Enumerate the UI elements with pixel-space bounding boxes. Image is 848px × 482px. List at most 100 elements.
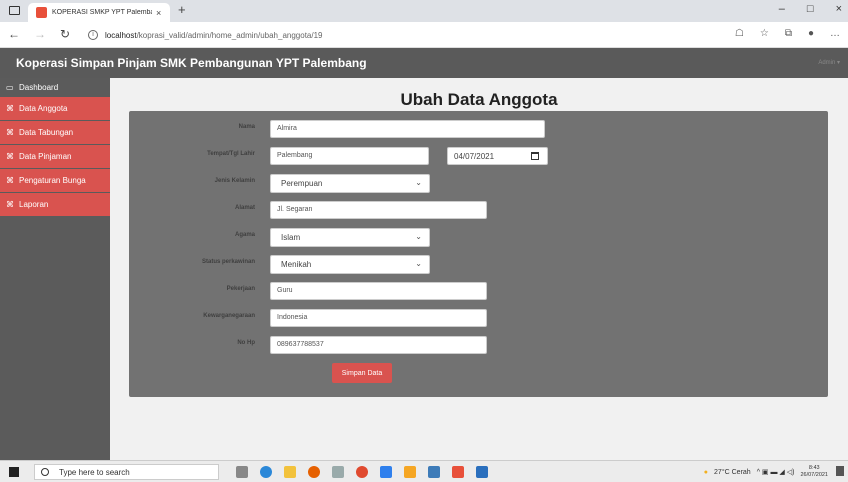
sidebar-item-label: Laporan: [19, 200, 49, 209]
window-controls: – □ ×: [779, 3, 842, 15]
nama-field[interactable]: Almira: [270, 120, 545, 138]
admin-menu[interactable]: Admin ▾: [818, 59, 840, 66]
laptop-icon: ▭: [6, 83, 14, 92]
sidebar-item-laporan[interactable]: ⌘ Laporan: [0, 193, 110, 216]
app-icon[interactable]: [332, 466, 344, 478]
notification-icon[interactable]: [836, 466, 844, 476]
taskbar-search-placeholder: Type here to search: [59, 467, 130, 477]
taskbar-search[interactable]: Type here to search: [34, 464, 219, 480]
system-tray: ● 27°C Cerah ^ ▣ ▬ ◢ ◁) 8:43 26/07/2021: [704, 465, 828, 479]
collections-icon[interactable]: ⧉: [785, 28, 792, 39]
status-perkawinan-select[interactable]: Menikah ⌄: [270, 255, 430, 274]
brand-title[interactable]: Koperasi Simpan Pinjam SMK Pembangunan Y…: [16, 56, 367, 70]
pekerjaan-field[interactable]: Guru: [270, 282, 487, 300]
sidebar-item-label: Pengaturan Bunga: [19, 176, 86, 185]
windows-start-icon[interactable]: [9, 467, 19, 477]
jenis-kelamin-value: Perempuan: [281, 179, 323, 188]
agama-select[interactable]: Islam ⌄: [270, 228, 430, 247]
forward-arrow-icon[interactable]: →: [34, 27, 46, 41]
vscode-icon[interactable]: [380, 466, 392, 478]
sidebar-item-data-anggota[interactable]: ⌘ Data Anggota: [0, 97, 110, 120]
tanggal-lahir-value: 04/07/2021: [454, 152, 495, 161]
paperclip-icon: ⌘: [6, 176, 14, 185]
refresh-icon[interactable]: ↻: [60, 27, 70, 41]
clock-time: 8:43: [808, 465, 820, 471]
favicon-icon: [36, 7, 47, 18]
chevron-down-icon: ⌄: [415, 232, 422, 241]
edge-icon[interactable]: [260, 466, 272, 478]
minimize-button[interactable]: –: [779, 3, 785, 15]
agama-value: Islam: [281, 233, 301, 242]
url-bar[interactable]: i localhost/koprasi_valid/admin/home_adm…: [88, 26, 708, 44]
row-nama: Nama Almira: [129, 120, 828, 138]
row-alamat: Alamat Jl. Segaran: [129, 201, 828, 219]
chevron-down-icon: ⌄: [415, 259, 422, 268]
window-menu-icon[interactable]: [9, 6, 20, 15]
more-menu-icon[interactable]: …: [830, 28, 840, 39]
task-view-icon[interactable]: [236, 466, 248, 478]
no-hp-field[interactable]: 089637788537: [270, 336, 487, 354]
alamat-label: Alamat: [234, 205, 255, 211]
alamat-field[interactable]: Jl. Segaran: [270, 201, 487, 219]
simpan-data-button[interactable]: Simpan Data: [332, 363, 392, 383]
search-icon: [41, 468, 49, 476]
taskbar-apps: [236, 466, 488, 478]
main-content: Ubah Data Anggota Nama Almira Tempat/Tgl…: [110, 78, 848, 460]
sidebar-item-data-tabungan[interactable]: ⌘ Data Tabungan: [0, 121, 110, 144]
browser-tab[interactable]: KOPERASI SMKP YPT Palembang ×: [28, 3, 170, 22]
favorites-icon[interactable]: ☆: [760, 28, 769, 39]
tab-close-icon[interactable]: ×: [156, 8, 161, 18]
paperclip-icon: ⌘: [6, 200, 14, 209]
browser-icon[interactable]: [356, 466, 368, 478]
row-pekerjaan: Pekerjaan Guru: [129, 282, 828, 300]
taskbar: Type here to search ● 27°C Cerah ^ ▣ ▬ ◢…: [0, 460, 848, 482]
no-hp-label: No Hp: [237, 340, 255, 346]
tanggal-lahir-field[interactable]: 04/07/2021: [447, 147, 548, 165]
agama-label: Agama: [234, 232, 255, 238]
row-ttl: Tempat/Tgl Lahir Palembang 04/07/2021: [129, 147, 828, 165]
status-value: Menikah: [281, 260, 312, 269]
sidebar: ▭ Dashboard ⌘ Data Anggota ⌘ Data Tabung…: [0, 78, 110, 460]
url-host: localhost: [105, 30, 137, 40]
sublime-icon[interactable]: [404, 466, 416, 478]
read-aloud-icon[interactable]: ☖: [735, 28, 744, 39]
app-icon[interactable]: [452, 466, 464, 478]
weather-text[interactable]: 27°C Cerah: [714, 469, 751, 476]
tempat-lahir-field[interactable]: Palembang: [270, 147, 429, 165]
row-status: Status perkawinan Menikah ⌄: [129, 255, 828, 274]
app-header: Koperasi Simpan Pinjam SMK Pembangunan Y…: [0, 48, 848, 78]
weather-icon[interactable]: ●: [704, 469, 708, 476]
browser-tab-strip: KOPERASI SMKP YPT Palembang × + – □ ×: [0, 0, 848, 22]
clock-date: 26/07/2021: [800, 472, 828, 478]
profile-icon[interactable]: ●: [808, 28, 814, 39]
maximize-button[interactable]: □: [807, 3, 814, 15]
tray-icons[interactable]: ^ ▣ ▬ ◢ ◁): [757, 468, 795, 476]
close-window-button[interactable]: ×: [836, 3, 842, 15]
pekerjaan-label: Pekerjaan: [226, 286, 255, 292]
app-icon[interactable]: [428, 466, 440, 478]
sidebar-item-label: Data Anggota: [19, 104, 68, 113]
jenis-kelamin-select[interactable]: Perempuan ⌄: [270, 174, 430, 193]
tab-title: KOPERASI SMKP YPT Palembang: [52, 9, 152, 16]
chevron-down-icon: ⌄: [415, 178, 422, 187]
sidebar-item-pengaturan-bunga[interactable]: ⌘ Pengaturan Bunga: [0, 169, 110, 192]
new-tab-button[interactable]: +: [178, 2, 186, 17]
clock[interactable]: 8:43 26/07/2021: [800, 465, 828, 479]
page-title: Ubah Data Anggota: [400, 90, 558, 109]
kewarganegaraan-label: Kewarganegaraan: [203, 313, 255, 319]
row-kewarganegaraan: Kewarganegaraan Indonesia: [129, 309, 828, 327]
file-explorer-icon[interactable]: [284, 466, 296, 478]
jenis-kelamin-label: Jenis Kelamin: [214, 178, 255, 184]
paperclip-icon: ⌘: [6, 128, 14, 137]
sidebar-item-dashboard[interactable]: ▭ Dashboard: [0, 78, 110, 97]
back-arrow-icon[interactable]: ←: [8, 27, 20, 41]
kewarganegaraan-field[interactable]: Indonesia: [270, 309, 487, 327]
nama-label: Nama: [238, 124, 255, 130]
sidebar-item-label: Data Pinjaman: [19, 152, 72, 161]
info-icon[interactable]: i: [88, 30, 98, 40]
app-icon[interactable]: [476, 466, 488, 478]
status-label: Status perkawinan: [201, 259, 255, 265]
sidebar-item-data-pinjaman[interactable]: ⌘ Data Pinjaman: [0, 145, 110, 168]
firefox-icon[interactable]: [308, 466, 320, 478]
calendar-icon[interactable]: [531, 152, 539, 160]
